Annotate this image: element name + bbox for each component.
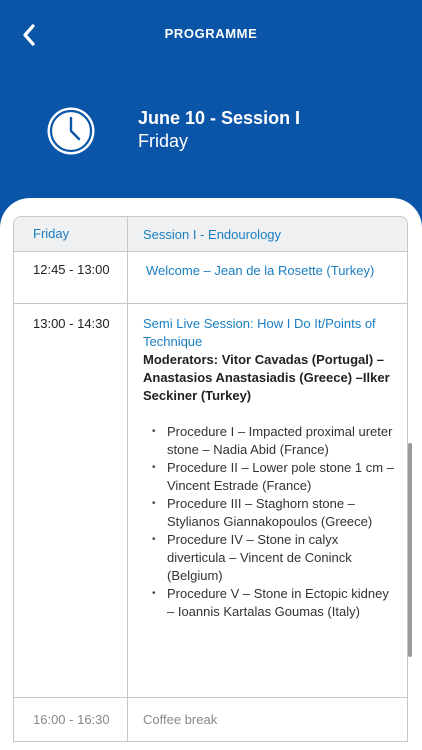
table-row: 12:45 - 13:00 Welcome – Jean de la Roset… <box>14 251 407 303</box>
session-link[interactable]: Semi Live Session: How I Do It/Points of… <box>143 315 397 351</box>
header: PROGRAMME June 10 - Session I Friday <box>0 0 422 230</box>
programme-card: Friday Session I - Endourology 12:45 - 1… <box>0 198 422 750</box>
time-cell: 16:00 - 16:30 <box>14 698 128 741</box>
moderators-text: Moderators: Vitor Cavadas (Portugal) – A… <box>143 352 390 403</box>
table-row: 16:00 - 16:30 Coffee break <box>14 697 407 741</box>
clock-icon <box>47 107 95 155</box>
procedure-list: Procedure I – Impacted proximal ureter s… <box>143 423 397 621</box>
coffee-break-label: Coffee break <box>143 712 218 727</box>
table-row: 13:00 - 14:30 Semi Live Session: How I D… <box>14 303 407 697</box>
list-item: Procedure I – Impacted proximal ureter s… <box>152 423 397 459</box>
scrollbar[interactable] <box>408 443 412 657</box>
session-title: June 10 - Session I <box>138 108 301 128</box>
programme-table: Friday Session I - Endourology 12:45 - 1… <box>13 216 408 742</box>
table-header-day: Friday <box>14 217 128 251</box>
welcome-link[interactable]: Welcome – Jean de la Rosette (Turkey) <box>143 262 397 280</box>
page-title: PROGRAMME <box>164 26 258 41</box>
list-item: Procedure IV – Stone in calyx diverticul… <box>152 531 397 585</box>
list-item: Procedure III – Staghorn stone – Stylian… <box>152 495 397 531</box>
list-item: Procedure II – Lower pole stone 1 cm – V… <box>152 459 397 495</box>
list-item: Procedure V – Stone in Ectopic kidney – … <box>152 585 397 621</box>
table-header-row: Friday Session I - Endourology <box>14 217 407 251</box>
time-cell: 13:00 - 14:30 <box>14 304 128 697</box>
session-day: Friday <box>138 131 189 151</box>
time-cell: 12:45 - 13:00 <box>14 252 128 303</box>
table-header-session: Session I - Endourology <box>143 227 282 242</box>
